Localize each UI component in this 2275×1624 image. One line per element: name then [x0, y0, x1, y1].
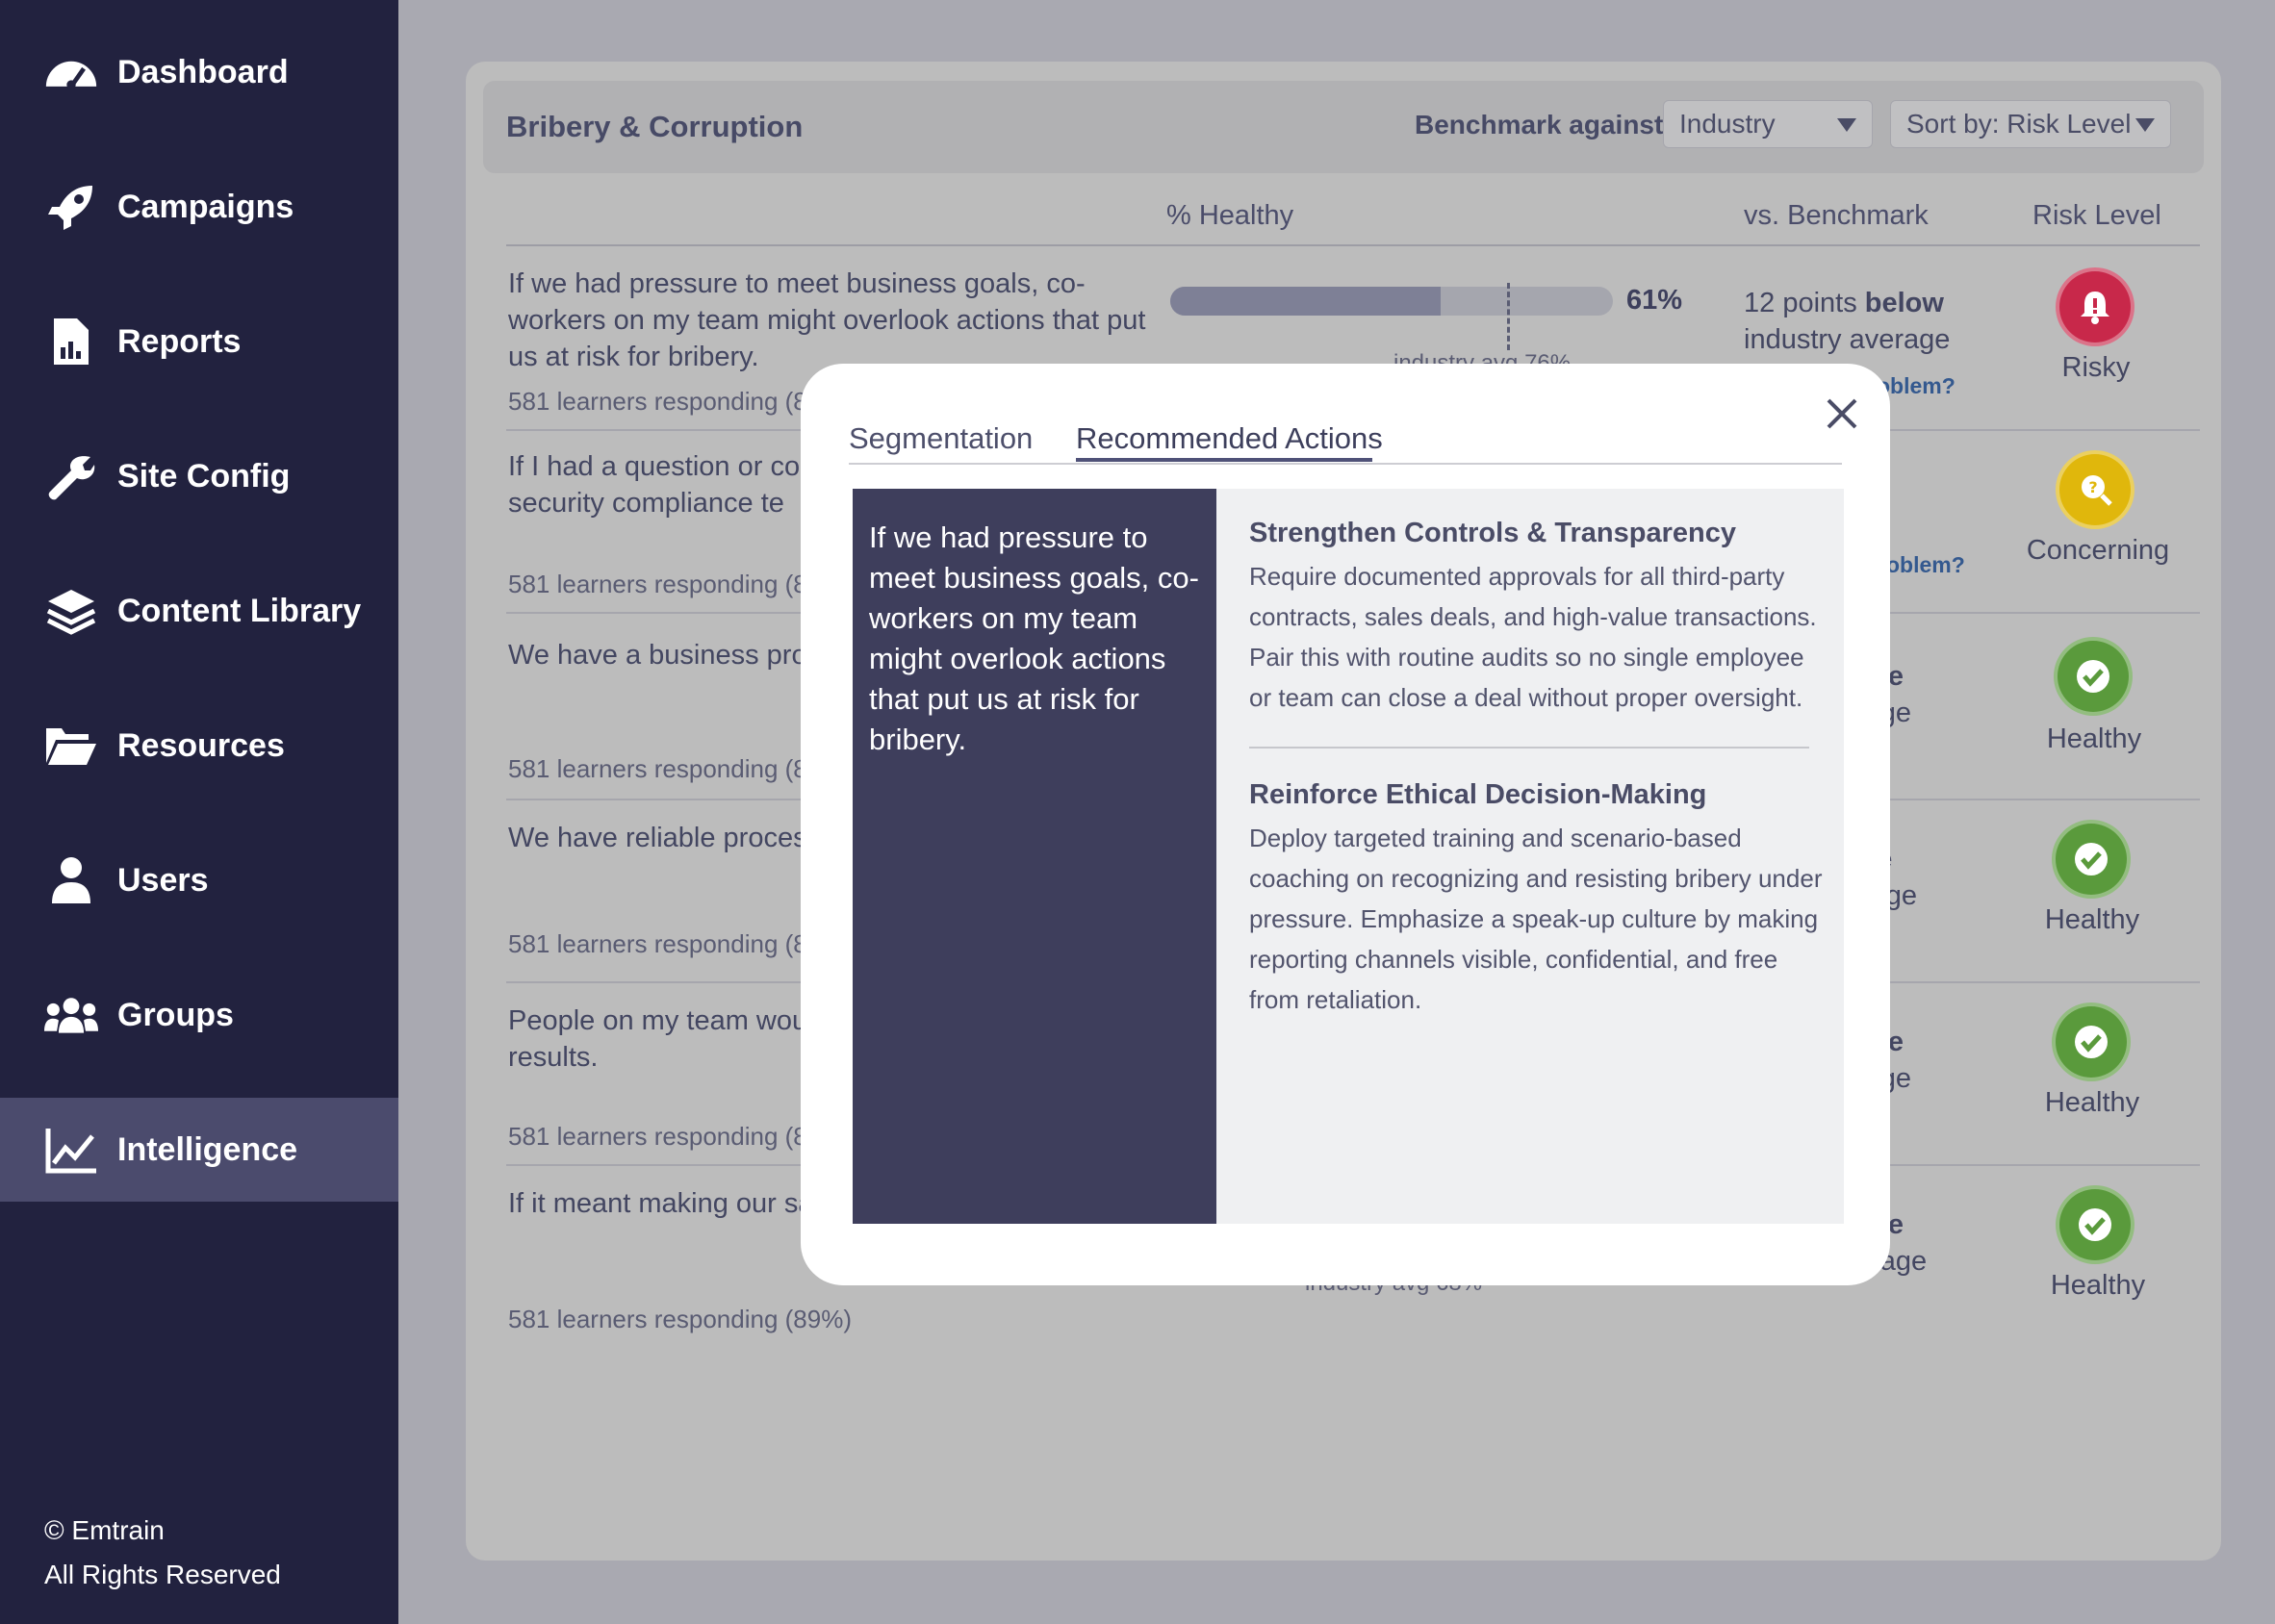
action-body: Require documented approvals for all thi… [1249, 562, 1817, 712]
check-circle-icon [2079, 1208, 2111, 1241]
rocket-icon [44, 180, 104, 234]
sidebar-item-label: Users [117, 861, 209, 899]
sidebar-item-label: Campaigns [117, 188, 294, 225]
risk-badge [2054, 637, 2133, 716]
tabs-divider [849, 463, 1842, 465]
row-responding: 581 learners responding (8 [508, 929, 807, 958]
question-search-icon: ? [2082, 475, 2112, 506]
header-divider [506, 244, 2200, 246]
row-responding: 581 learners responding (8 [508, 570, 807, 598]
sidebar-item-resources[interactable]: Resources [0, 694, 398, 798]
sidebar-item-campaigns[interactable]: Campaigns [0, 155, 398, 259]
copyright-text: © Emtrain [44, 1515, 165, 1545]
action-title: Reinforce Ethical Decision-Making [1249, 779, 1707, 810]
caret-down-icon [2135, 118, 2155, 132]
healthy-bar [1170, 283, 1613, 350]
risk-label: Healthy [2050, 1270, 2146, 1301]
healthy-bar-fill [1170, 287, 1441, 316]
layers-icon [44, 584, 104, 638]
sidebar-item-content-library[interactable]: Content Library [0, 559, 398, 663]
risk-label: Risky [2061, 352, 2131, 383]
benchmark-direction: below [1864, 288, 1944, 318]
line-chart-icon [44, 1123, 104, 1177]
toolbar: Bribery & Corruption Benchmark against: … [483, 81, 2204, 173]
sidebar-item-label: Resources [117, 726, 285, 764]
benchmark-select[interactable]: Industry [1663, 100, 1873, 148]
column-header-risk: Risk Level [2032, 200, 2161, 231]
sidebar-item-intelligence[interactable]: Intelligence [0, 1098, 398, 1202]
risk-label: Healthy [2044, 1087, 2140, 1118]
benchmark-select-value: Industry [1679, 109, 1776, 139]
sidebar-item-users[interactable]: Users [0, 828, 398, 932]
check-circle-icon [2075, 843, 2108, 875]
benchmark-label: Benchmark against: [1415, 110, 1673, 140]
column-header-healthy: % Healthy [1166, 200, 1294, 231]
benchmark-link[interactable]: oblem? [1886, 552, 1965, 578]
users-group-icon [44, 988, 104, 1042]
active-tab-indicator [1076, 458, 1372, 462]
risk-label: Concerning [2026, 535, 2170, 566]
sidebar-item-dashboard[interactable]: Dashboard [0, 20, 398, 124]
sort-select-value: Sort by: Risk Level [1906, 109, 2132, 139]
column-header-benchmark: vs. Benchmark [1744, 200, 1929, 231]
page-title: Bribery & Corruption [506, 110, 804, 143]
benchmark-text: 12 points below industry average [1744, 285, 1950, 358]
sidebar-footer: © Emtrain All Rights Reserved [44, 1509, 281, 1597]
svg-text:?: ? [2088, 478, 2097, 496]
sidebar-item-label: Site Config [117, 457, 291, 495]
recommended-actions-modal: Segmentation Recommended Actions If we h… [801, 364, 1890, 1285]
sidebar-item-label: Content Library [117, 592, 362, 629]
check-circle-icon [2077, 660, 2109, 693]
action-title: Strengthen Controls & Transparency [1249, 518, 1736, 548]
gauge-icon [44, 45, 104, 99]
row-responding: 581 learners responding (8 [508, 754, 807, 783]
sidebar: Dashboard Campaigns Reports Site Config … [0, 0, 398, 1624]
sort-select[interactable]: Sort by: Risk Level [1890, 100, 2171, 148]
wrench-icon [44, 449, 104, 503]
risk-label: Healthy [2046, 723, 2142, 754]
benchmark-text-pre: 12 points [1744, 288, 1865, 318]
sidebar-item-label: Reports [117, 322, 242, 360]
action-divider [1249, 747, 1809, 749]
close-button[interactable] [1813, 385, 1871, 443]
action-body: Deploy targeted training and scenario-ba… [1249, 824, 1823, 1014]
industry-avg-marker [1506, 283, 1510, 350]
actions-panel: Strengthen Controls & Transparency Requi… [1216, 489, 1844, 1224]
tab-recommended-actions[interactable]: Recommended Actions [1076, 421, 1383, 456]
rights-text: All Rights Reserved [44, 1560, 281, 1589]
user-icon [44, 853, 104, 907]
sidebar-item-label: Groups [117, 996, 234, 1033]
sidebar-item-groups[interactable]: Groups [0, 963, 398, 1067]
risk-badge: ? [2056, 450, 2134, 529]
close-icon [1827, 398, 1857, 429]
risk-badge [2056, 1185, 2134, 1264]
bell-alert-icon [2081, 292, 2109, 324]
row-question: If we had pressure to meet business goal… [508, 268, 1146, 372]
sidebar-item-label: Dashboard [117, 53, 289, 90]
risk-badge [2052, 820, 2131, 899]
healthy-percent: 61% [1626, 285, 1683, 316]
sidebar-item-reports[interactable]: Reports [0, 290, 398, 393]
sidebar-item-site-config[interactable]: Site Config [0, 424, 398, 528]
risk-label: Healthy [2044, 904, 2140, 935]
folder-open-icon [44, 719, 104, 773]
report-file-icon [44, 315, 104, 368]
selected-question: If we had pressure to meet business goal… [853, 489, 1216, 1224]
tab-segmentation[interactable]: Segmentation [849, 421, 1033, 456]
check-circle-icon [2075, 1026, 2108, 1058]
risk-badge [2052, 1002, 2131, 1081]
row-responding: 581 learners responding (8 [508, 387, 807, 416]
caret-down-icon [1837, 118, 1856, 132]
benchmark-text-suffix: industry average [1744, 324, 1951, 355]
sidebar-item-label: Intelligence [117, 1130, 298, 1168]
row-responding: 581 learners responding (8 [508, 1122, 807, 1151]
row-responding: 581 learners responding (89%) [508, 1305, 852, 1333]
risk-badge [2056, 267, 2134, 346]
